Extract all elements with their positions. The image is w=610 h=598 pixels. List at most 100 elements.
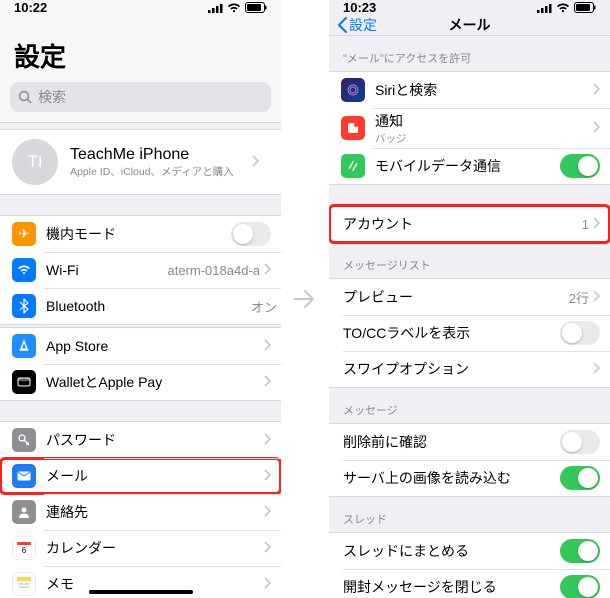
load-remote-label: サーバ上の画像を読み込む	[343, 468, 560, 488]
status-time: 10:22	[14, 0, 47, 15]
home-indicator[interactable]	[89, 590, 193, 594]
bluetooth-row[interactable]: Bluetooth オン	[0, 288, 281, 324]
battery-icon	[574, 2, 596, 13]
tocc-label: TO/CCラベルを表示	[343, 323, 560, 343]
contacts-row[interactable]: 連絡先	[0, 494, 281, 530]
group-header-thread: スレッド	[329, 497, 610, 532]
chevron-right-icon	[264, 577, 271, 592]
chevron-right-icon	[593, 217, 600, 232]
preview-detail: 2行	[569, 288, 589, 307]
status-icons	[208, 2, 267, 13]
notifications-icon	[341, 116, 365, 140]
airplane-icon: ✈	[12, 222, 36, 246]
chevron-right-icon	[264, 339, 271, 354]
notifications-label: 通知	[375, 111, 593, 131]
search-icon	[18, 90, 32, 104]
notifications-row[interactable]: 通知 バッジ	[329, 108, 610, 148]
collapse-read-toggle[interactable]	[560, 575, 600, 598]
accounts-row[interactable]: アカウント 1	[329, 206, 610, 242]
profile-name: TeachMe iPhone	[70, 146, 252, 164]
bluetooth-detail: オン	[251, 297, 277, 316]
cellular-toggle[interactable]	[560, 154, 600, 178]
arrow-right-icon	[289, 283, 321, 315]
cellular-icon	[208, 3, 223, 13]
wallet-label: WalletとApple Pay	[46, 372, 264, 392]
appstore-row[interactable]: App Store	[0, 328, 281, 364]
siri-row[interactable]: Siriと検索	[329, 72, 610, 108]
appstore-icon	[12, 334, 36, 358]
load-remote-row[interactable]: サーバ上の画像を読み込む	[329, 460, 610, 496]
calendar-icon: 6	[12, 536, 36, 560]
chevron-left-icon	[337, 17, 347, 33]
mail-row[interactable]: メール	[0, 458, 281, 494]
calendar-label: カレンダー	[46, 538, 264, 558]
accounts-label: アカウント	[343, 214, 582, 234]
swipe-row[interactable]: スワイプオプション	[329, 351, 610, 387]
passwords-row[interactable]: パスワード	[0, 422, 281, 458]
nav-bar: 設定 メール	[329, 15, 610, 36]
siri-icon	[341, 78, 365, 102]
page-title: 設定	[0, 15, 281, 82]
wifi-detail: aterm-018a4d-a	[168, 263, 261, 278]
siri-label: Siriと検索	[375, 80, 593, 100]
chevron-right-icon	[252, 155, 259, 170]
status-bar: 10:22	[0, 0, 281, 15]
wifi-label: Wi-Fi	[46, 262, 168, 278]
wifi-row-icon	[12, 258, 36, 282]
thread-organize-row[interactable]: スレッドにまとめる	[329, 533, 610, 569]
search-placeholder: 検索	[38, 87, 66, 107]
accounts-detail: 1	[582, 217, 589, 232]
search-input[interactable]: 検索	[10, 82, 271, 112]
wallet-row[interactable]: WalletとApple Pay	[0, 364, 281, 400]
mail-icon	[12, 464, 36, 488]
confirm-delete-toggle[interactable]	[560, 430, 600, 454]
chevron-right-icon	[593, 290, 600, 305]
status-icons	[537, 2, 596, 13]
back-label: 設定	[349, 15, 377, 35]
group-header-list: メッセージリスト	[329, 243, 610, 278]
mail-settings-screen: 10:23 設定 メール "メール"にアクセスを許可 Siriと検索	[329, 0, 610, 598]
chevron-right-icon	[264, 505, 271, 520]
profile-sub: Apple ID、iCloud、メディアと購入	[70, 164, 252, 179]
calendar-row[interactable]: 6 カレンダー	[0, 530, 281, 566]
wifi-row[interactable]: Wi-Fi aterm-018a4d-a	[0, 252, 281, 288]
settings-root-screen: 10:22 設定 検索 TI TeachMe iPhone Apple ID、i…	[0, 0, 281, 598]
collapse-read-row[interactable]: 開封メッセージを閉じる	[329, 569, 610, 598]
wifi-icon	[227, 3, 241, 13]
group-header-msg: メッセージ	[329, 388, 610, 423]
chevron-right-icon	[264, 263, 271, 278]
wallet-icon	[12, 370, 36, 394]
bluetooth-icon	[12, 294, 36, 318]
notifications-sub: バッジ	[375, 131, 593, 146]
mail-label: メール	[46, 466, 264, 486]
preview-label: プレビュー	[343, 287, 569, 307]
contacts-icon	[12, 500, 36, 524]
cellular-icon	[537, 3, 552, 13]
cellular-row[interactable]: モバイルデータ通信	[329, 148, 610, 184]
load-remote-toggle[interactable]	[560, 466, 600, 490]
tocc-row[interactable]: TO/CCラベルを表示	[329, 315, 610, 351]
back-button[interactable]: 設定	[337, 15, 377, 35]
battery-icon	[245, 2, 267, 13]
airplane-toggle[interactable]	[231, 222, 271, 246]
flow-arrow	[281, 0, 329, 598]
airplane-mode-row[interactable]: ✈ 機内モード	[0, 216, 281, 252]
airplane-label: 機内モード	[46, 224, 231, 244]
status-time: 10:23	[343, 0, 376, 15]
swipe-label: スワイプオプション	[343, 359, 593, 379]
preview-row[interactable]: プレビュー 2行	[329, 279, 610, 315]
thread-organize-toggle[interactable]	[560, 539, 600, 563]
cellular-label: モバイルデータ通信	[375, 156, 560, 176]
confirm-delete-label: 削除前に確認	[343, 432, 560, 452]
apple-id-row[interactable]: TI TeachMe iPhone Apple ID、iCloud、メディアと購…	[0, 129, 281, 195]
notes-icon	[12, 572, 36, 596]
thread-organize-label: スレッドにまとめる	[343, 541, 560, 561]
chevron-right-icon	[264, 469, 271, 484]
tocc-toggle[interactable]	[560, 321, 600, 345]
chevron-right-icon	[264, 375, 271, 390]
confirm-delete-row[interactable]: 削除前に確認	[329, 424, 610, 460]
chevron-right-icon	[264, 541, 271, 556]
status-bar: 10:23	[329, 0, 610, 15]
content-cut-indicator	[0, 325, 281, 327]
chevron-right-icon	[593, 121, 600, 136]
